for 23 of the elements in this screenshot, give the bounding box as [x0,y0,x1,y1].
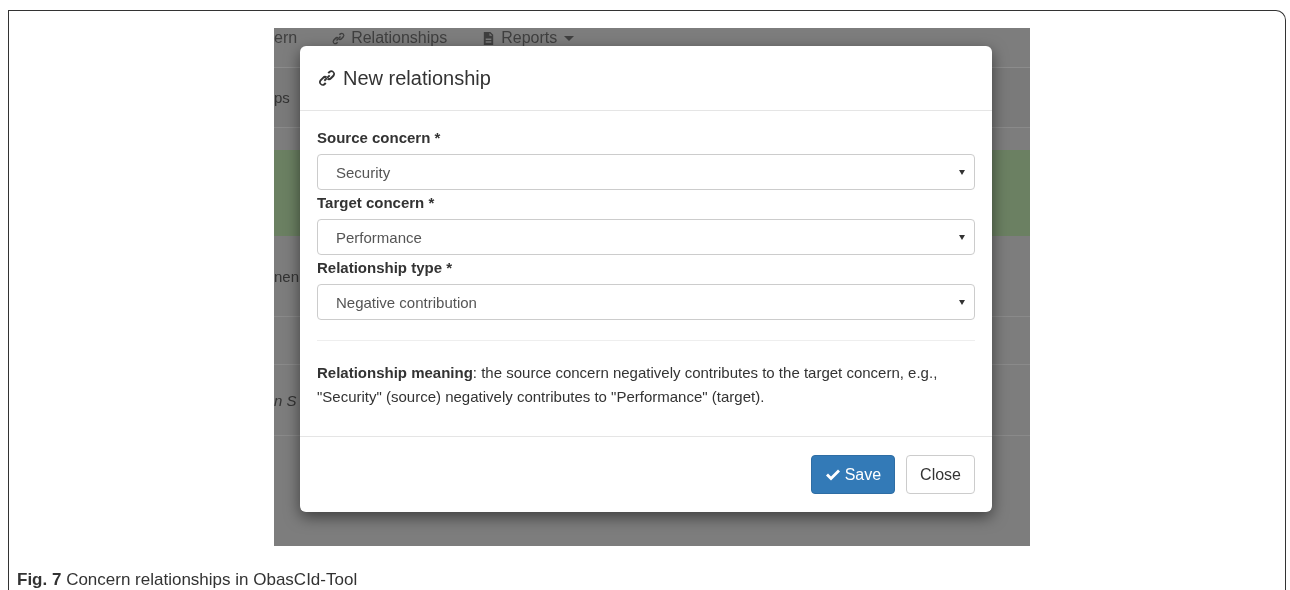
save-button[interactable]: Save [810,455,896,494]
dialog-title: New relationship [343,66,491,90]
dropdown-icon [959,169,965,175]
field-label: Target concern * [317,194,436,211]
nav-link[interactable]: Relationships [351,29,448,47]
select-field[interactable]: Negative contribution [317,284,975,320]
link-icon [317,68,337,88]
select-field[interactable]: Performance [317,219,975,255]
dropdown-icon [959,234,965,240]
note-text: n S [274,391,297,409]
field-label: Relationship type * [317,259,454,276]
close-button[interactable]: Close [906,455,975,494]
tab-label[interactable]: ps [274,89,290,106]
dropdown-icon [959,299,965,305]
field-label: Source concern * [317,129,442,146]
nav-link[interactable]: Reports [501,29,558,47]
select-field[interactable]: Security [317,154,975,190]
link-icon [331,30,347,46]
nav-link[interactable]: ern [274,29,298,47]
list-text: nen [274,267,300,285]
meaning-text: Relationship meaning: the source concern negatively contributes to the target concern, e.g., "Security" (source) negatively contributes to "Performance" (target). [317,363,939,407]
caret-icon [564,35,575,41]
figure-caption: Fig. 7 Concern relationships in ObasCId-Tool [17,570,359,590]
